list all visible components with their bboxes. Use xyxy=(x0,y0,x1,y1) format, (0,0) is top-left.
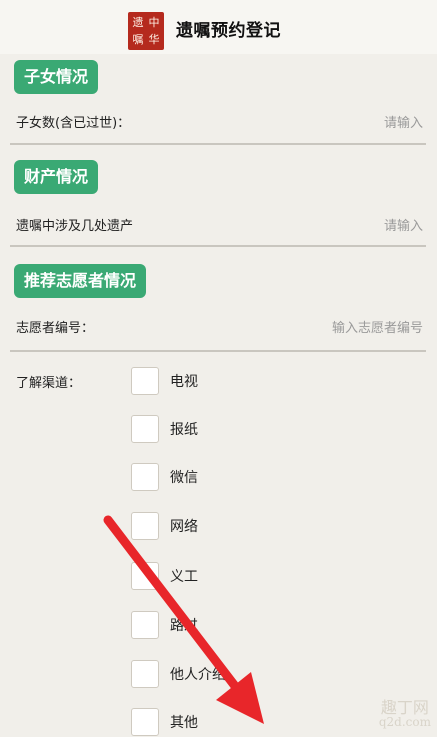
logo-char: 中 xyxy=(148,16,160,29)
app-header: 遗 中 嘱 华 遗嘱预约登记 xyxy=(0,0,437,54)
estate-count-input[interactable]: 请输入 xyxy=(384,215,423,234)
page-title: 遗嘱预约登记 xyxy=(176,21,281,41)
checkbox[interactable] xyxy=(131,367,159,395)
checkbox[interactable] xyxy=(131,660,159,688)
logo-char: 华 xyxy=(148,33,160,46)
watermark-text: 趣丁网 xyxy=(380,697,429,717)
divider xyxy=(10,350,426,352)
watermark-url: q2d.com xyxy=(378,715,431,730)
checkbox-label: 其他 xyxy=(170,715,198,731)
checkbox[interactable] xyxy=(131,611,159,639)
channel-option-wechat[interactable]: 微信 xyxy=(131,462,198,492)
checkbox-label: 他人介绍 xyxy=(170,667,226,683)
logo-char: 遗 xyxy=(132,16,144,29)
channel-option-volunteer[interactable]: 义工 xyxy=(131,561,198,591)
logo: 遗 中 嘱 华 xyxy=(128,12,164,50)
checkbox-label: 微信 xyxy=(170,470,198,486)
checkbox-label: 义工 xyxy=(170,569,198,585)
children-count-input[interactable]: 请输入 xyxy=(384,112,423,131)
volunteer-id-label: 志愿者编号： xyxy=(16,321,95,336)
channel-option-other[interactable]: 其他 xyxy=(131,707,198,737)
checkbox-label: 电视 xyxy=(170,374,198,390)
section-property-title: 财产情况 xyxy=(14,160,99,194)
children-count-label: 子女数(含已过世)： xyxy=(16,116,131,131)
checkbox[interactable] xyxy=(131,415,159,443)
watermark: 趣丁网 q2d.com xyxy=(378,697,431,730)
checkbox-label: 报纸 xyxy=(170,422,198,438)
divider xyxy=(10,245,426,247)
channel-option-referral[interactable]: 他人介绍 xyxy=(131,659,226,689)
checkbox-label: 网络 xyxy=(170,519,198,535)
channel-label: 了解渠道： xyxy=(16,376,82,391)
checkbox[interactable] xyxy=(131,562,159,590)
channel-option-internet[interactable]: 网络 xyxy=(131,511,198,541)
volunteer-id-input[interactable]: 输入志愿者编号 xyxy=(332,317,423,336)
checkbox-label: 路过 xyxy=(170,618,198,634)
divider xyxy=(10,143,426,145)
checkbox[interactable] xyxy=(131,512,159,540)
channel-option-tv[interactable]: 电视 xyxy=(131,366,198,396)
annotation-arrow xyxy=(103,515,264,724)
checkbox[interactable] xyxy=(131,463,159,491)
channel-option-newspaper[interactable]: 报纸 xyxy=(131,414,198,444)
channel-option-passing-by[interactable]: 路过 xyxy=(131,610,198,640)
section-volunteer-title: 推荐志愿者情况 xyxy=(14,264,147,298)
section-children-title: 子女情况 xyxy=(14,60,99,94)
checkbox[interactable] xyxy=(131,708,159,736)
estate-count-label: 遗嘱中涉及几处遗产 xyxy=(16,219,134,234)
logo-char: 嘱 xyxy=(132,33,144,46)
